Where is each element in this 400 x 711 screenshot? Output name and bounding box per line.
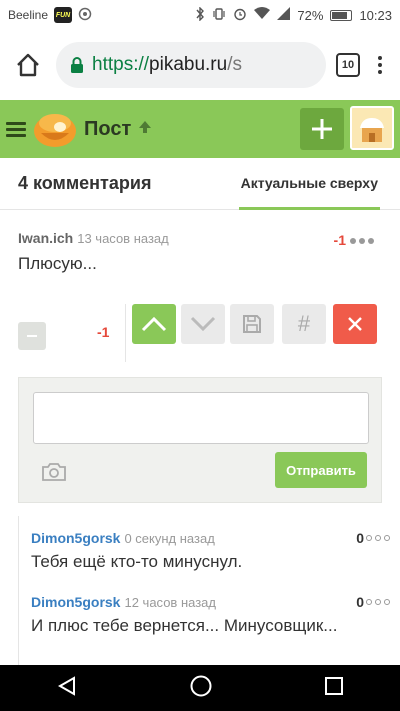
target-icon <box>78 7 92 24</box>
comment-author[interactable]: Iwan.ich <box>18 230 73 246</box>
arrow-up-icon[interactable] <box>137 118 153 141</box>
add-post-button[interactable] <box>300 108 344 150</box>
alarm-icon <box>233 7 247 24</box>
link-button[interactable]: # <box>282 304 326 344</box>
chevron-up-icon <box>141 316 167 332</box>
carrier-name: Beeline <box>8 8 49 22</box>
fun-app-icon: FUN <box>54 7 73 23</box>
reply-author[interactable]: Dimon5gorsk <box>31 530 120 546</box>
upvote-button[interactable] <box>132 304 176 344</box>
back-icon[interactable] <box>56 675 78 702</box>
wifi-icon <box>254 7 271 23</box>
signal-icon <box>277 7 291 23</box>
reply-text: И плюс тебе вернется... Минусовщик... <box>31 616 338 635</box>
comment-actions: -1 # <box>0 304 400 362</box>
home-icon <box>17 53 39 77</box>
send-button[interactable]: Отправить <box>275 452 367 488</box>
hamburger-menu-icon[interactable] <box>6 121 26 137</box>
reply-author[interactable]: Dimon5gorsk <box>31 594 120 610</box>
status-bar: Beeline FUN 72% 10:23 <box>0 0 400 30</box>
reply-text: Тебя ещё кто-то минуснул. <box>31 552 243 571</box>
home-button[interactable] <box>10 47 46 83</box>
more-options-icon[interactable] <box>350 238 374 244</box>
more-options-icon[interactable] <box>366 535 390 541</box>
battery-percent: 72% <box>297 7 324 23</box>
browser-menu-button[interactable] <box>370 56 390 74</box>
recents-icon[interactable] <box>324 676 344 701</box>
comments-header: 4 комментария Актуальные сверху <box>0 158 400 210</box>
reply-rating: 0 <box>356 530 364 546</box>
url-host: pikabu.ru <box>149 54 228 75</box>
url-field[interactable]: https://pikabu.ru/s <box>56 42 326 88</box>
pikabu-logo[interactable] <box>32 109 78 149</box>
url-path: /s <box>227 54 242 75</box>
clock: 10:23 <box>359 7 392 23</box>
sort-tab-actual[interactable]: Актуальные сверху <box>238 158 380 210</box>
close-icon <box>348 317 362 331</box>
home-circle-icon[interactable] <box>189 674 213 703</box>
url-scheme: https:// <box>92 54 150 75</box>
camera-icon[interactable] <box>41 462 67 482</box>
vibrate-icon <box>212 7 226 24</box>
reply-time: 12 часов назад <box>124 595 216 610</box>
plus-icon <box>312 119 332 139</box>
reply-comment: Dimon5gorsk 0 секунд назад 0 Тебя ещё кт… <box>19 516 400 572</box>
downvote-button[interactable] <box>181 304 225 344</box>
browser-toolbar: https://pikabu.ru/s 10 <box>0 30 400 100</box>
reply-input[interactable] <box>33 392 369 444</box>
divider <box>125 304 126 362</box>
chevron-down-icon <box>190 316 216 332</box>
page-title: Пост <box>84 117 132 140</box>
bluetooth-icon <box>195 5 205 24</box>
reply-time: 0 секунд назад <box>124 531 215 546</box>
battery-icon <box>330 9 353 21</box>
user-avatar[interactable] <box>350 106 394 150</box>
pikabu-header: Пост <box>0 100 400 158</box>
tab-switcher-button[interactable]: 10 <box>336 53 360 77</box>
comment: Iwan.ich 13 часов назад -1 Плюсую... <box>0 210 400 274</box>
reply-rating: 0 <box>356 594 364 610</box>
close-button[interactable] <box>333 304 377 344</box>
comments-count: 4 комментария <box>18 173 152 193</box>
comment-time: 13 часов назад <box>77 231 169 246</box>
comment-rating: -1 <box>333 232 346 248</box>
replies-thread: Dimon5gorsk 0 секунд назад 0 Тебя ещё кт… <box>18 516 400 665</box>
actions-rating: -1 <box>97 324 110 340</box>
reply-comment: Dimon5gorsk 12 часов назад 0 И плюс тебе… <box>19 580 400 636</box>
android-nav-bar <box>0 665 400 711</box>
save-button[interactable] <box>230 304 274 344</box>
comment-text: Плюсую... <box>18 254 97 273</box>
reply-form: Отправить <box>18 377 382 503</box>
lock-icon <box>71 57 83 73</box>
save-icon <box>243 315 261 333</box>
collapse-button[interactable] <box>18 322 46 350</box>
more-options-icon[interactable] <box>366 599 390 605</box>
